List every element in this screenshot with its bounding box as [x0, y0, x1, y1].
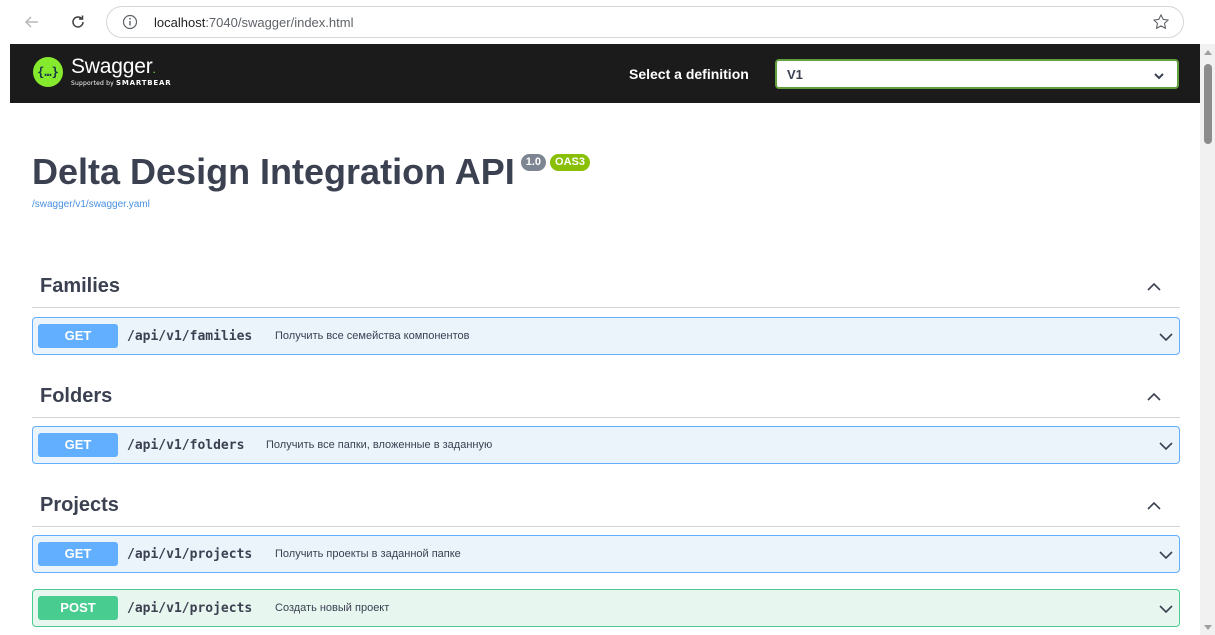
- tag-header-families[interactable]: Families: [32, 264, 1180, 308]
- logo-dot: .: [152, 62, 156, 76]
- method-badge: POST: [38, 596, 118, 620]
- info-circle-icon[interactable]: [121, 13, 139, 31]
- operation-post-projects[interactable]: POST /api/v1/projects Создать новый прое…: [32, 589, 1180, 627]
- chevron-down-icon: [1158, 602, 1174, 614]
- operation-get-folders[interactable]: GET /api/v1/folders Получить все папки, …: [32, 426, 1180, 464]
- operation-get-families[interactable]: GET /api/v1/families Получить все семейс…: [32, 317, 1180, 355]
- logo-name: Swagger.: [71, 56, 171, 77]
- chevron-up-icon: [1146, 499, 1162, 511]
- tag-name: Families: [40, 275, 121, 297]
- spec-link[interactable]: /swagger/v1/swagger.yaml: [32, 199, 150, 210]
- chevron-down-icon: [1153, 69, 1165, 81]
- operation-path: /api/v1/folders: [127, 438, 245, 453]
- operation-summary: Получить все папки, вложенные в заданную: [266, 439, 493, 451]
- logo-text: Swagger. Supported by SMARTBEAR: [71, 56, 171, 87]
- browser-toolbar: localhost:7040/swagger/index.html: [0, 0, 1215, 44]
- address-bar[interactable]: localhost:7040/swagger/index.html: [106, 6, 1184, 38]
- operation-summary: Получить проекты в заданной папке: [275, 548, 461, 560]
- version-badge: 1.0: [520, 154, 547, 171]
- logo-sub-prefix: Supported by: [71, 80, 116, 87]
- url-text[interactable]: localhost:7040/swagger/index.html: [154, 15, 353, 30]
- logo-subtitle: Supported by SMARTBEAR: [71, 80, 171, 87]
- operation-path: /api/v1/families: [127, 329, 253, 344]
- operation-path: /api/v1/projects: [127, 601, 253, 616]
- chevron-down-icon: [1158, 330, 1174, 342]
- oas-badge: OAS3: [550, 154, 590, 171]
- method-badge: GET: [38, 542, 118, 566]
- reload-icon[interactable]: [65, 9, 91, 35]
- method-badge: GET: [38, 324, 118, 348]
- definition-label: Select a definition: [629, 66, 749, 82]
- operation-get-projects[interactable]: GET /api/v1/projects Получить проекты в …: [32, 535, 1180, 573]
- scroll-up-icon[interactable]: [1200, 44, 1215, 59]
- definition-select[interactable]: V1: [775, 59, 1179, 89]
- url-path: :7040/swagger/index.html: [205, 15, 354, 30]
- scrollbar-thumb[interactable]: [1204, 64, 1212, 144]
- star-outline-icon[interactable]: [1151, 12, 1171, 32]
- tag-header-projects[interactable]: Projects: [32, 483, 1180, 527]
- arrow-left-icon[interactable]: [19, 9, 45, 35]
- logo-name-text: Swagger: [71, 55, 153, 78]
- scroll-down-icon[interactable]: [1200, 620, 1215, 635]
- page-title: Delta Design Integration API: [32, 151, 515, 192]
- logo-sub-brand: SMARTBEAR: [116, 79, 172, 87]
- chevron-down-icon: [1158, 439, 1174, 451]
- url-host: localhost: [154, 15, 206, 30]
- page-viewport: {…} Swagger. Supported by SMARTBEAR Sele…: [10, 44, 1200, 635]
- definition-value: V1: [787, 67, 803, 82]
- chevron-up-icon: [1146, 280, 1162, 292]
- tag-name: Folders: [40, 385, 113, 407]
- tag-header-folders[interactable]: Folders: [32, 374, 1180, 418]
- swagger-logo-icon: {…}: [33, 56, 63, 87]
- chevron-down-icon: [1158, 548, 1174, 560]
- swagger-logo[interactable]: {…} Swagger. Supported by SMARTBEAR: [33, 56, 171, 87]
- tag-name: Projects: [40, 494, 119, 516]
- operation-summary: Получить все семейства компонентов: [275, 330, 470, 342]
- api-title-row: Delta Design Integration API 1.0 OAS3: [32, 152, 590, 192]
- method-badge: GET: [38, 433, 118, 457]
- page-scrollbar[interactable]: [1200, 44, 1215, 635]
- swagger-topbar: {…} Swagger. Supported by SMARTBEAR Sele…: [10, 44, 1200, 103]
- operation-summary: Создать новый проект: [275, 602, 390, 614]
- operation-path: /api/v1/projects: [127, 547, 253, 562]
- chevron-up-icon: [1146, 390, 1162, 402]
